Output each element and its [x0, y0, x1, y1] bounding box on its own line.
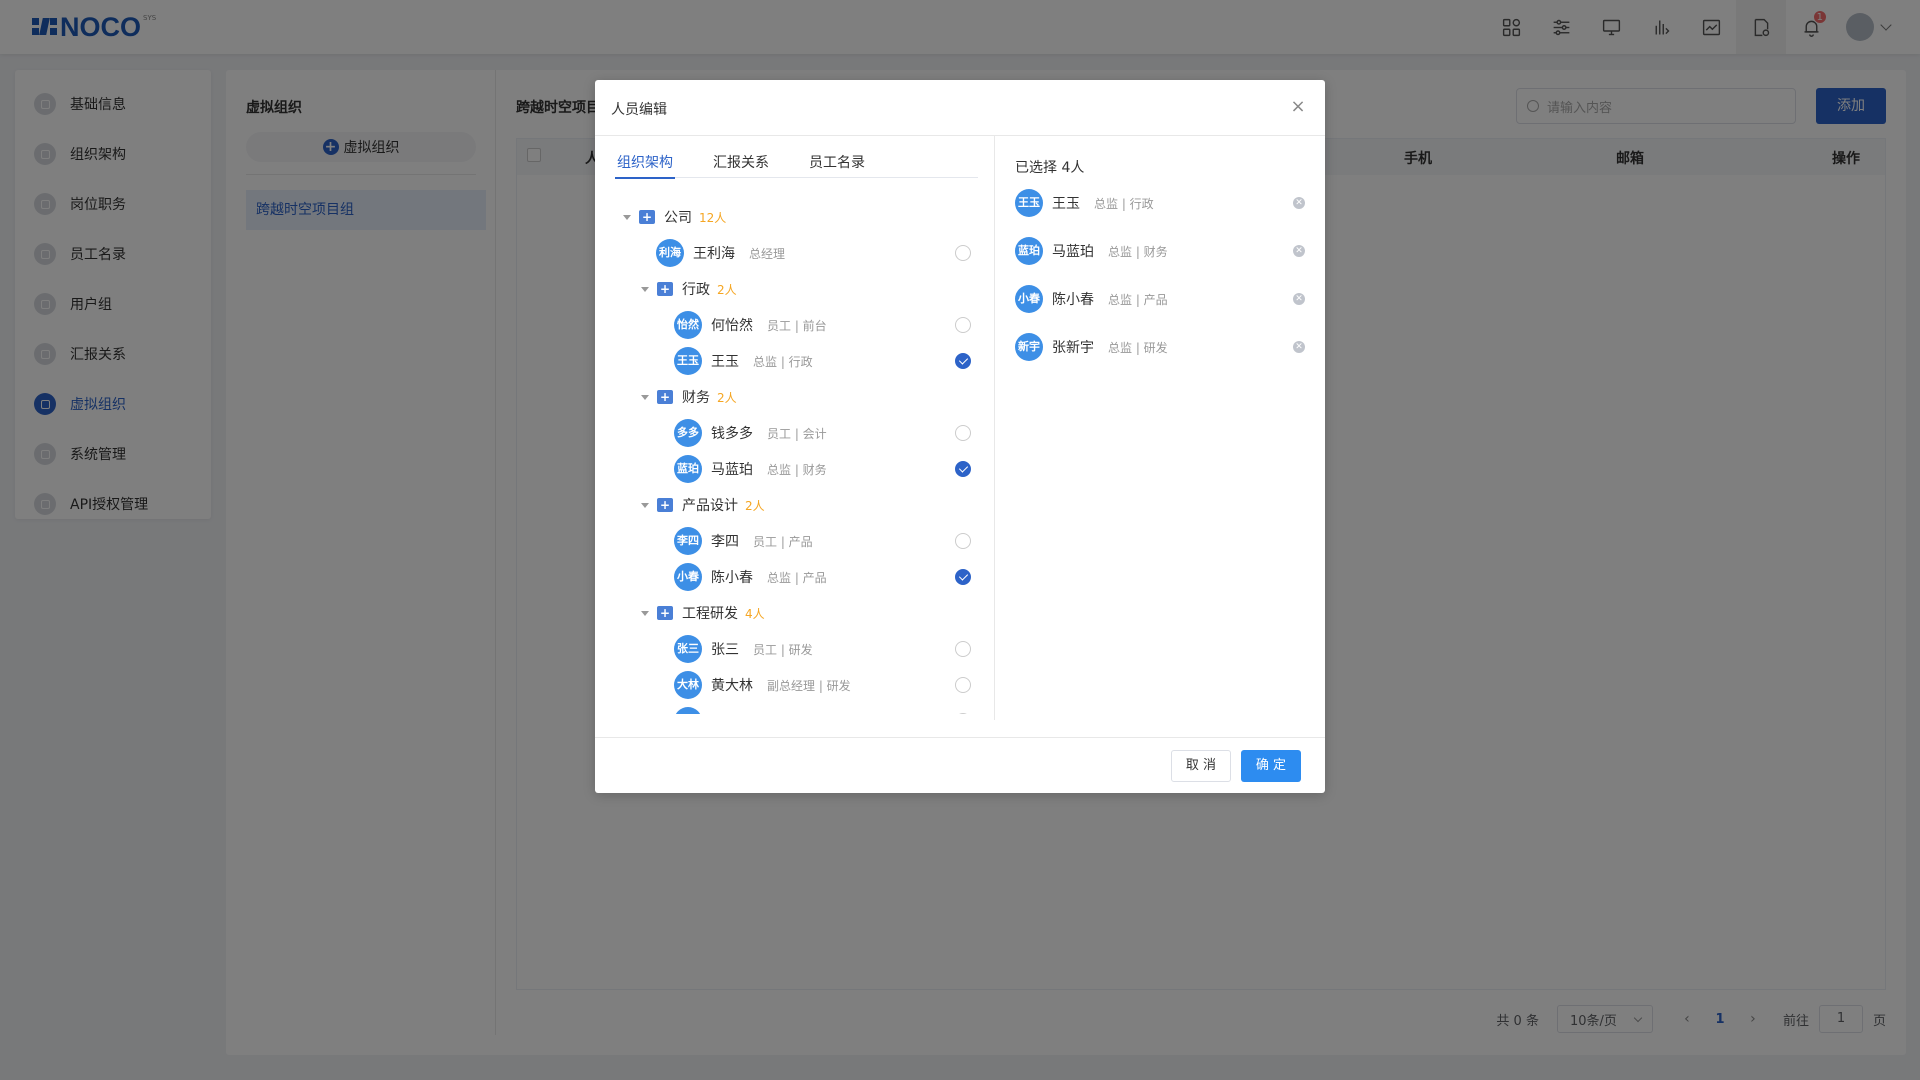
selected-count: 已选择 4人 — [1015, 160, 1085, 176]
select-radio[interactable] — [955, 425, 971, 441]
tree-node-company[interactable]: + 公司 12人 — [623, 202, 726, 232]
dialog-footer: 取 消 确 定 — [595, 737, 1325, 793]
remove-icon[interactable]: ✕ — [1293, 293, 1305, 305]
tree-person[interactable]: 李四 李四 员工 | 产品 — [674, 526, 971, 556]
folder-plus-icon: + — [657, 282, 673, 296]
dialog-header: 人员编辑 × — [595, 80, 1325, 136]
tree-person[interactable]: 小春 陈小春 总监 | 产品 — [674, 562, 971, 592]
avatar: 蓝珀 — [1015, 237, 1043, 265]
dialog-title: 人员编辑 — [611, 102, 667, 118]
tree-person[interactable]: 多多 钱多多 员工 | 会计 — [674, 418, 971, 448]
tree-person[interactable] — [674, 706, 971, 714]
avatar: 张三 — [674, 635, 702, 663]
avatar: 李四 — [674, 527, 702, 555]
tree-node-department[interactable]: + 行政 2人 — [641, 274, 737, 304]
tab-reporting[interactable]: 汇报关系 — [711, 152, 771, 178]
folder-plus-icon: + — [657, 498, 673, 512]
folder-plus-icon: + — [657, 606, 673, 620]
folder-plus-icon: + — [657, 390, 673, 404]
caret-down-icon[interactable] — [641, 610, 649, 616]
picker-panel: 组织架构 汇报关系 员工名录 + 公司 12人 利海 王利海 总经理 + 行政 … — [595, 136, 995, 720]
avatar: 王玉 — [1015, 189, 1043, 217]
avatar: 小春 — [1015, 285, 1043, 313]
avatar — [674, 707, 702, 714]
avatar: 王玉 — [674, 347, 702, 375]
tree-person[interactable]: 王玉 王玉 总监 | 行政 — [674, 346, 971, 376]
tree-node-department[interactable]: + 产品设计 2人 — [641, 490, 765, 520]
select-radio[interactable] — [955, 245, 971, 261]
select-radio[interactable] — [955, 713, 971, 714]
tree-node-department[interactable]: + 财务 2人 — [641, 382, 737, 412]
avatar: 小春 — [674, 563, 702, 591]
caret-down-icon[interactable] — [623, 214, 631, 220]
remove-icon[interactable]: ✕ — [1293, 197, 1305, 209]
tree-person[interactable]: 利海 王利海 总经理 — [656, 238, 971, 268]
tree-person[interactable]: 大林 黄大林 副总经理 | 研发 — [674, 670, 971, 700]
tab-employees[interactable]: 员工名录 — [807, 152, 867, 178]
close-icon[interactable]: × — [1289, 98, 1307, 116]
picker-tabs: 组织架构 汇报关系 员工名录 — [615, 152, 978, 179]
avatar: 蓝珀 — [674, 455, 702, 483]
avatar: 大林 — [674, 671, 702, 699]
tab-org-structure[interactable]: 组织架构 — [615, 152, 675, 179]
remove-icon[interactable]: ✕ — [1293, 341, 1305, 353]
avatar: 怡然 — [674, 311, 702, 339]
org-tree: + 公司 12人 利海 王利海 总经理 + 行政 2人 怡然 何怡然 员工 | … — [595, 192, 985, 714]
select-radio-checked[interactable] — [955, 569, 971, 585]
selected-person: 蓝珀 马蓝珀 总监 | 财务 ✕ — [1015, 236, 1305, 266]
avatar: 多多 — [674, 419, 702, 447]
remove-icon[interactable]: ✕ — [1293, 245, 1305, 257]
tree-person[interactable]: 蓝珀 马蓝珀 总监 | 财务 — [674, 454, 971, 484]
caret-down-icon[interactable] — [641, 394, 649, 400]
caret-down-icon[interactable] — [641, 502, 649, 508]
selected-person: 新宇 张新宇 总监 | 研发 ✕ — [1015, 332, 1305, 362]
avatar: 利海 — [656, 239, 684, 267]
select-radio-checked[interactable] — [955, 353, 971, 369]
avatar: 新宇 — [1015, 333, 1043, 361]
select-radio[interactable] — [955, 677, 971, 693]
confirm-button[interactable]: 确 定 — [1241, 750, 1301, 782]
selected-panel: 已选择 4人 王玉 王玉 总监 | 行政 ✕ 蓝珀 马蓝珀 总监 | 财务 ✕ … — [995, 136, 1325, 720]
selected-person: 王玉 王玉 总监 | 行政 ✕ — [1015, 188, 1305, 218]
person-edit-dialog: 人员编辑 × 组织架构 汇报关系 员工名录 + 公司 12人 利海 王利海 总经… — [595, 80, 1325, 793]
select-radio[interactable] — [955, 533, 971, 549]
selected-person: 小春 陈小春 总监 | 产品 ✕ — [1015, 284, 1305, 314]
select-radio-checked[interactable] — [955, 461, 971, 477]
folder-plus-icon: + — [639, 210, 655, 224]
caret-down-icon[interactable] — [641, 286, 649, 292]
cancel-button[interactable]: 取 消 — [1171, 750, 1231, 782]
tree-person[interactable]: 张三 张三 员工 | 研发 — [674, 634, 971, 664]
select-radio[interactable] — [955, 317, 971, 333]
tree-person[interactable]: 怡然 何怡然 员工 | 前台 — [674, 310, 971, 340]
select-radio[interactable] — [955, 641, 971, 657]
tree-node-department[interactable]: + 工程研发 4人 — [641, 598, 765, 628]
